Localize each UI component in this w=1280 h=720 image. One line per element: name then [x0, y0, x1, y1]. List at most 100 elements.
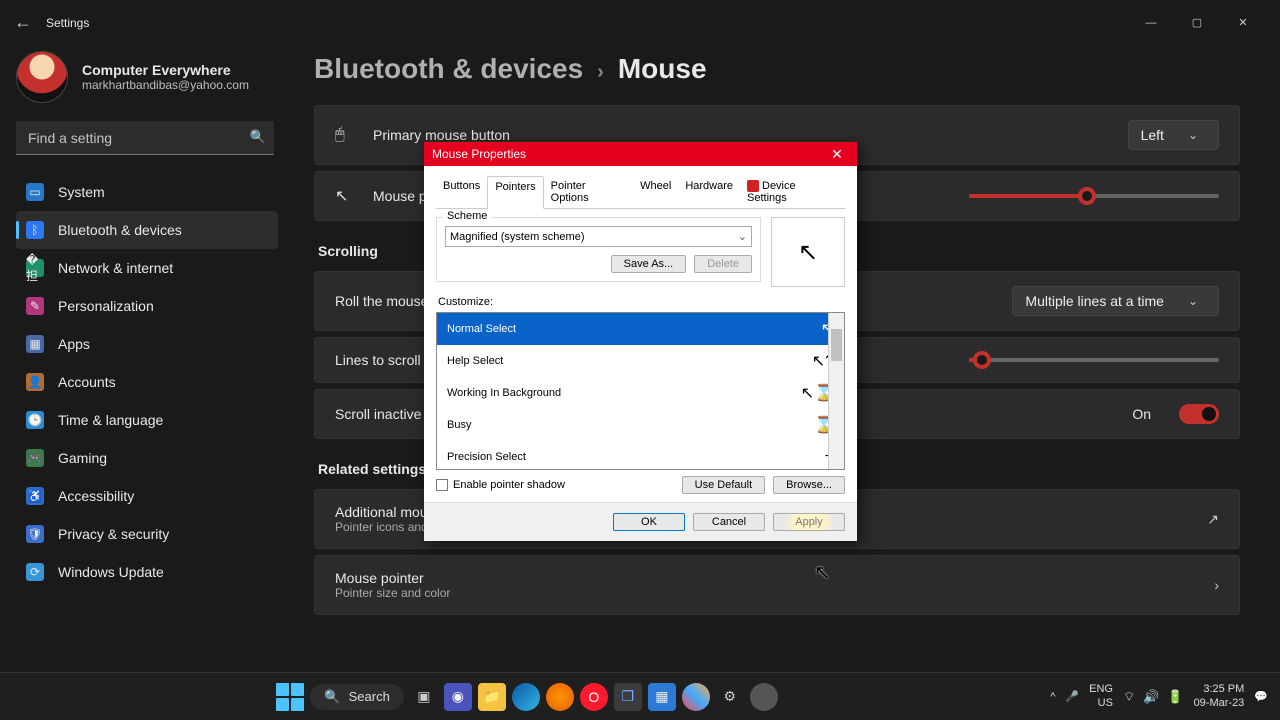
paint-icon[interactable]: [682, 683, 710, 711]
clock-date: 09-Mar-23: [1194, 697, 1245, 710]
tab-pointers[interactable]: Pointers: [487, 176, 543, 209]
edge-icon[interactable]: [512, 683, 540, 711]
sidebar-item-accessibility[interactable]: ♿Accessibility: [16, 477, 278, 515]
opera-icon[interactable]: O: [580, 683, 608, 711]
clock-icon: 🕒: [26, 411, 44, 429]
search-icon: 🔍: [324, 689, 340, 705]
cursor-listbox[interactable]: Normal Select↖ Help Select↖? Working In …: [436, 312, 845, 470]
clock[interactable]: 3:25 PM 09-Mar-23: [1194, 683, 1245, 709]
browse-button[interactable]: Browse...: [773, 476, 845, 494]
roll-select[interactable]: Multiple lines at a time: [1012, 286, 1219, 316]
tray-chevron-icon[interactable]: ^: [1050, 691, 1055, 703]
bluetooth-icon: ᛒ: [26, 221, 44, 239]
synaptics-icon: [747, 180, 759, 192]
dialog-title: Mouse Properties: [432, 147, 526, 161]
sidebar-item-accounts[interactable]: 👤Accounts: [16, 363, 278, 401]
sidebar-item-system[interactable]: ▭System: [16, 173, 278, 211]
battery-icon[interactable]: 🔋: [1167, 689, 1183, 705]
card-mouse-pointer[interactable]: Mouse pointer Pointer size and color ›: [314, 555, 1240, 615]
customize-label: Customize:: [438, 296, 845, 308]
page-title: Mouse: [618, 53, 707, 85]
sidebar-item-label: Personalization: [58, 298, 154, 314]
sidebar-item-time[interactable]: 🕒Time & language: [16, 401, 278, 439]
list-item[interactable]: Precision Select+: [437, 441, 844, 470]
sidebar-item-label: Gaming: [58, 450, 107, 466]
sidebar-item-apps[interactable]: ▦Apps: [16, 325, 278, 363]
tab-hardware[interactable]: Hardware: [678, 176, 740, 208]
sidebar-item-gaming[interactable]: 🎮Gaming: [16, 439, 278, 477]
combobox-value: Magnified (system scheme): [450, 231, 585, 243]
notifications-icon[interactable]: 💬: [1254, 690, 1268, 703]
taskbar: 🔍Search ▣ ◉ 📁 O ❒ ▦ ⚙ ^ 🎤 ENG US ⌔ 🔊 🔋 3…: [0, 672, 1280, 720]
sidebar-item-label: Privacy & security: [58, 526, 169, 542]
list-item[interactable]: Working In Background↖⌛: [437, 377, 844, 409]
sidebar-item-label: System: [58, 184, 105, 200]
sidebar-item-label: Accounts: [58, 374, 116, 390]
volume-icon[interactable]: 🔊: [1143, 689, 1159, 705]
profile-name: Computer Everywhere: [82, 62, 249, 78]
scheme-combobox[interactable]: Magnified (system scheme): [445, 226, 752, 247]
window-title: Settings: [46, 16, 89, 30]
maximize-button[interactable]: ▢: [1174, 7, 1220, 39]
tab-pointer-options[interactable]: Pointer Options: [544, 176, 633, 208]
taskbar-search[interactable]: 🔍Search: [310, 684, 403, 710]
brush-icon: ✎: [26, 297, 44, 315]
sidebar-item-bluetooth[interactable]: ᛒBluetooth & devices: [16, 211, 278, 249]
app-icon[interactable]: ▦: [648, 683, 676, 711]
primary-button-select[interactable]: Left: [1128, 120, 1219, 150]
explorer-icon[interactable]: 📁: [478, 683, 506, 711]
chevron-right-icon: ›: [597, 61, 604, 84]
mouse-properties-dialog: Mouse Properties ✕ Buttons Pointers Poin…: [424, 142, 857, 541]
sidebar-item-network[interactable]: �担Network & internet: [16, 249, 278, 287]
sidebar-item-label: Accessibility: [58, 488, 134, 504]
back-button[interactable]: ←: [14, 12, 32, 33]
inactive-toggle[interactable]: [1179, 404, 1219, 424]
cancel-button[interactable]: Cancel: [693, 513, 765, 531]
microphone-icon[interactable]: 🎤: [1065, 690, 1079, 703]
breadcrumb-parent[interactable]: Bluetooth & devices: [314, 53, 583, 85]
save-as-button[interactable]: Save As...: [611, 255, 687, 273]
tab-device-settings[interactable]: Device Settings: [740, 176, 845, 208]
breadcrumb: Bluetooth & devices › Mouse: [314, 53, 1240, 85]
sidebar-item-privacy[interactable]: 🛡Privacy & security: [16, 515, 278, 553]
mouse-icon: 🖱: [335, 126, 355, 144]
apps-icon: ▦: [26, 335, 44, 353]
start-button[interactable]: [276, 683, 304, 711]
dialog-titlebar[interactable]: Mouse Properties ✕: [424, 142, 857, 166]
profile-block[interactable]: Computer Everywhere markhartbandibas@yah…: [16, 51, 278, 103]
use-default-button[interactable]: Use Default: [682, 476, 765, 494]
card-label: Primary mouse button: [373, 127, 1110, 143]
apply-button[interactable]: Apply: [773, 513, 845, 531]
sidebar-item-personalization[interactable]: ✎ Personalization: [16, 287, 278, 325]
list-item[interactable]: Normal Select↖: [437, 313, 844, 345]
delete-button[interactable]: Delete: [694, 255, 752, 273]
list-item[interactable]: Busy⌛: [437, 409, 844, 441]
lines-slider[interactable]: [969, 358, 1219, 362]
scheme-groupbox-label: Scheme: [443, 210, 491, 222]
app-icon[interactable]: [750, 683, 778, 711]
list-item[interactable]: Help Select↖?: [437, 345, 844, 377]
avatar: [16, 51, 68, 103]
language-indicator[interactable]: ENG US: [1089, 683, 1113, 709]
card-title: Mouse pointer: [335, 570, 1196, 586]
pointer-speed-slider[interactable]: [969, 194, 1219, 198]
settings-icon[interactable]: ⚙: [716, 683, 744, 711]
minimize-button[interactable]: —: [1128, 7, 1174, 39]
firefox-icon[interactable]: [546, 683, 574, 711]
app-icon[interactable]: ❒: [614, 683, 642, 711]
chevron-right-icon: ›: [1214, 577, 1219, 593]
dialog-close-button[interactable]: ✕: [825, 146, 849, 163]
teams-icon[interactable]: ◉: [444, 683, 472, 711]
tab-buttons[interactable]: Buttons: [436, 176, 487, 208]
tab-wheel[interactable]: Wheel: [633, 176, 678, 208]
wifi-icon[interactable]: ⌔: [1123, 689, 1135, 705]
enable-shadow-checkbox[interactable]: Enable pointer shadow: [436, 479, 565, 491]
listbox-scrollbar[interactable]: [828, 313, 844, 469]
search-input[interactable]: [16, 121, 274, 155]
card-subtitle: Pointer size and color: [335, 586, 1196, 600]
sidebar-item-update[interactable]: ⟳Windows Update: [16, 553, 278, 591]
ok-button[interactable]: OK: [613, 513, 685, 531]
close-button[interactable]: ✕: [1220, 7, 1266, 39]
profile-email: markhartbandibas@yahoo.com: [82, 78, 249, 92]
task-view-icon[interactable]: ▣: [410, 683, 438, 711]
